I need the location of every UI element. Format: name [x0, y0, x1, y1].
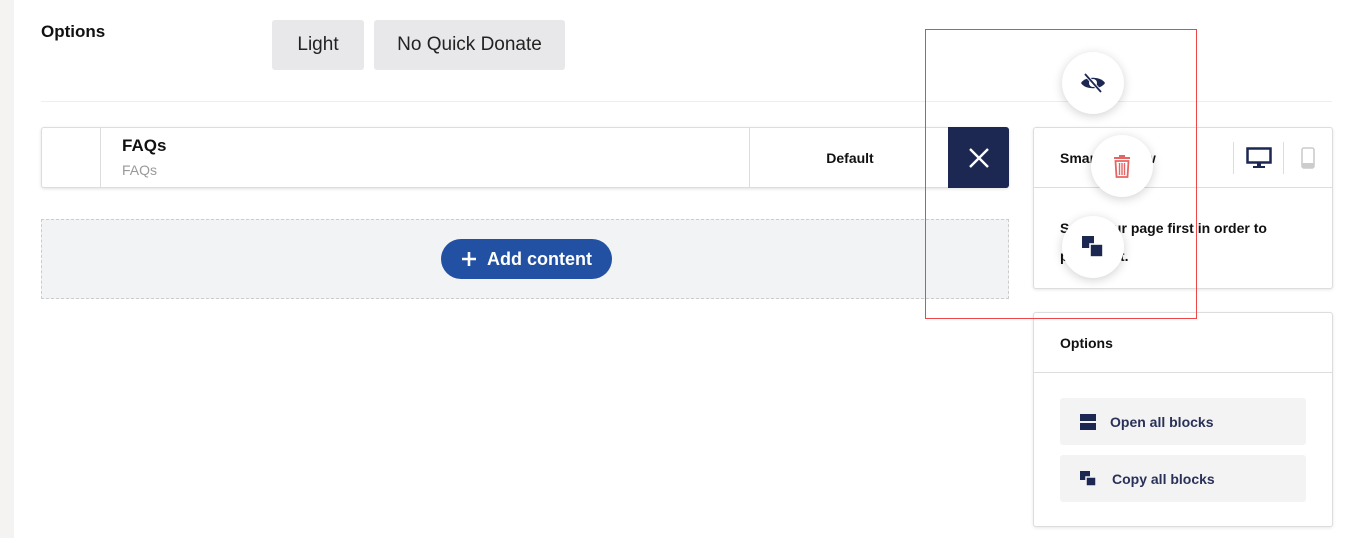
options-label: Options	[41, 22, 106, 41]
copy-icon	[1082, 236, 1104, 258]
divider	[41, 101, 1332, 102]
drag-handle[interactable]	[42, 128, 101, 187]
mobile-preview-button[interactable]	[1283, 142, 1333, 174]
open-all-label: Open all blocks	[1110, 413, 1214, 430]
chip-no-quick-donate[interactable]: No Quick Donate	[374, 20, 565, 70]
add-content-button[interactable]: Add content	[441, 239, 612, 279]
content-block-faqs[interactable]: FAQs FAQs Default	[41, 127, 1009, 188]
plus-icon	[462, 252, 476, 266]
copy-all-blocks-button[interactable]: Copy all blocks	[1060, 455, 1306, 502]
open-all-blocks-button[interactable]: Open all blocks	[1060, 398, 1306, 445]
block-subtitle: FAQs	[122, 162, 158, 178]
options-card: Options Open all blocks Copy all blocks	[1033, 312, 1333, 527]
add-content-label: Add content	[487, 248, 592, 269]
desktop-icon	[1246, 147, 1272, 168]
close-icon	[968, 147, 989, 168]
duplicate-block-button[interactable]	[1062, 216, 1124, 278]
left-sidebar-edge	[0, 0, 14, 538]
mobile-icon	[1301, 147, 1315, 169]
close-button[interactable]	[948, 127, 1009, 188]
copy-icon	[1080, 470, 1097, 487]
delete-block-button[interactable]	[1091, 135, 1153, 197]
open-blocks-icon	[1080, 413, 1096, 430]
chip-light[interactable]: Light	[272, 20, 364, 70]
hide-block-button[interactable]	[1062, 52, 1124, 114]
eye-slash-icon	[1081, 73, 1105, 93]
options-card-title: Options	[1034, 313, 1332, 373]
trash-icon	[1114, 155, 1130, 178]
block-title: FAQs	[122, 136, 167, 155]
desktop-preview-button[interactable]	[1234, 142, 1284, 174]
add-content-zone: Add content	[41, 219, 1009, 299]
copy-all-label: Copy all blocks	[1112, 470, 1215, 487]
block-template[interactable]: Default	[749, 128, 950, 187]
